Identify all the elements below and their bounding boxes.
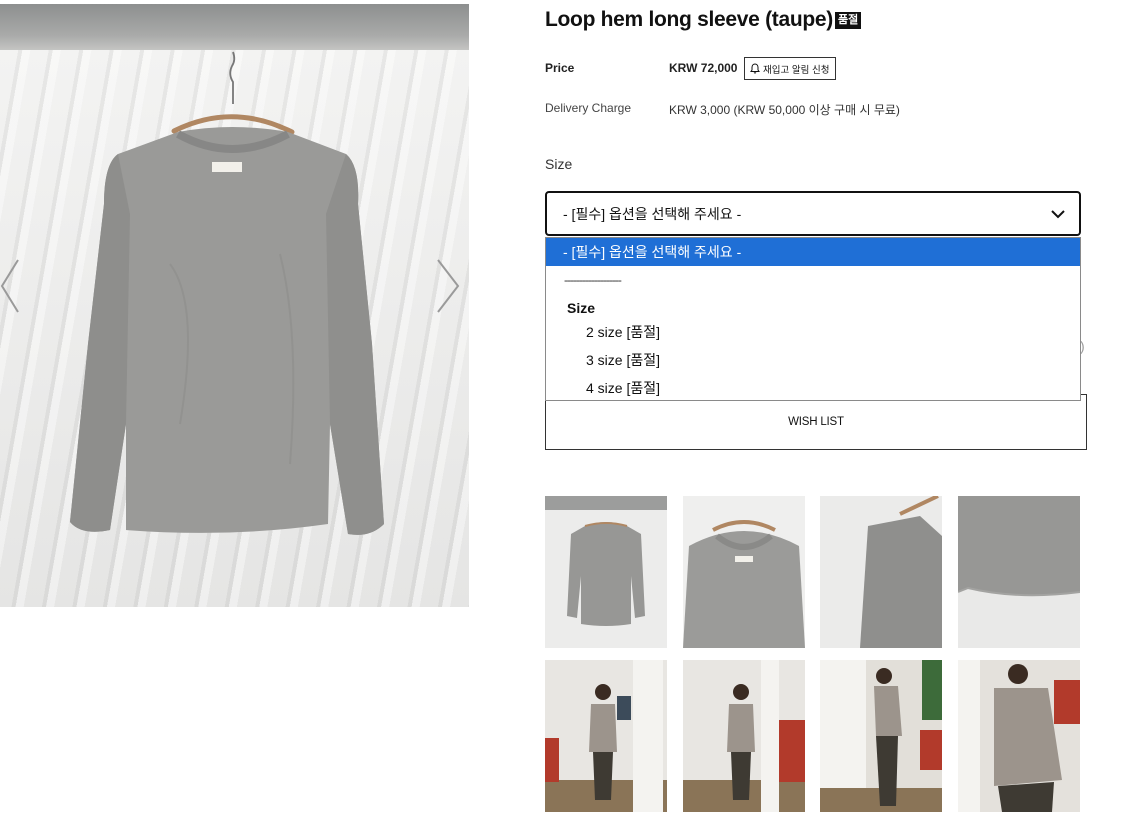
size-select-value: - [필수] 옵션을 선택해 주세요 - [563, 205, 742, 222]
long-sleeve-garment-illustration [70, 51, 384, 535]
thumbnail-6[interactable] [683, 660, 805, 812]
delivery-charge-label: Delivery Charge [545, 101, 632, 115]
restock-alert-label: 재입고 알림 신청 [763, 64, 830, 76]
bell-icon [750, 63, 760, 74]
size-option-label: Size [545, 156, 573, 172]
size-dropdown-list: - [필수] 옵션을 선택해 주세요 - -------------------… [545, 237, 1081, 401]
dropdown-option-4-size[interactable]: 4 size [품절] [546, 374, 1080, 402]
soldout-badge: 품절 [834, 11, 862, 29]
size-select[interactable]: - [필수] 옵션을 선택해 주세요 - [545, 191, 1081, 236]
product-title: Loop hem long sleeve (taupe) [545, 8, 833, 31]
price-label: Price [545, 61, 575, 75]
dropdown-option-3-size[interactable]: 3 size [품절] [546, 346, 1080, 374]
restock-alert-button[interactable]: 재입고 알림 신청 [744, 57, 837, 80]
chevron-down-icon [1051, 210, 1065, 219]
thumbnail-1[interactable] [545, 496, 667, 648]
thumbnail-3[interactable] [820, 496, 942, 648]
thumbnail-8[interactable] [958, 660, 1080, 812]
dropdown-option-2-size[interactable]: 2 size [품절] [546, 318, 1080, 346]
next-image-arrow-icon[interactable] [432, 256, 464, 316]
thumbnail-5[interactable] [545, 660, 667, 812]
wishlist-button[interactable]: WISH LIST [545, 394, 1087, 450]
thumbnail-2[interactable] [683, 496, 805, 648]
thumbnail-4[interactable] [958, 496, 1080, 648]
previous-image-arrow-icon[interactable] [0, 256, 26, 316]
dropdown-option-placeholder[interactable]: - [필수] 옵션을 선택해 주세요 - [546, 238, 1080, 266]
thumbnail-7[interactable] [820, 660, 942, 812]
price-value: KRW 72,000 [669, 61, 738, 75]
main-product-image [0, 4, 469, 607]
dropdown-separator[interactable]: ------------------- [564, 266, 622, 294]
product-title-row: Loop hem long sleeve (taupe) 품절 [545, 8, 862, 32]
delivery-charge-value: KRW 3,000 (KRW 50,000 이상 구매 시 무료) [669, 103, 900, 117]
